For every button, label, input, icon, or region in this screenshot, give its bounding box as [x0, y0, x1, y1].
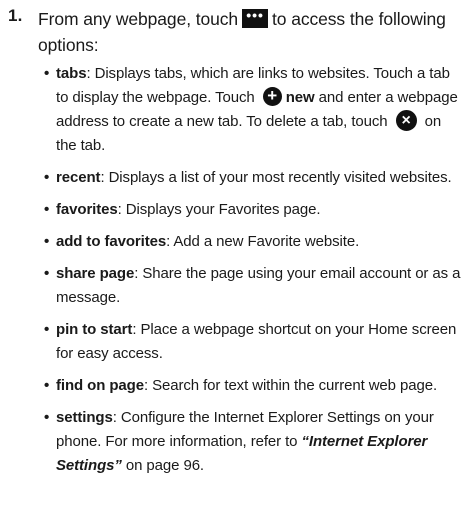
term-favorites: favorites: [56, 201, 118, 218]
desc-add-to-favorites: : Add a new Favorite website.: [166, 233, 360, 250]
list-item-recent: recent: Displays a list of your most rec…: [44, 166, 464, 190]
desc-find-on-page: : Search for text within the current web…: [143, 377, 438, 394]
term-tabs: tabs: [56, 65, 87, 82]
more-options-icon: •••: [242, 8, 269, 28]
desc-favorites: : Displays your Favorites page.: [117, 201, 321, 218]
close-circle-icon: ×: [395, 109, 417, 131]
desc-settings-2: on page 96.: [125, 457, 205, 474]
step-number: 1.: [8, 6, 23, 25]
step-text-before: From any webpage, touch: [38, 9, 239, 29]
list-item-pin-to-start: pin to start: Place a webpage shortcut o…: [44, 318, 464, 366]
list-item-share-page: share page: Share the page using your em…: [44, 262, 464, 310]
term-find-on-page: find on page: [56, 377, 144, 394]
list-item-add-to-favorites: add to favorites: Add a new Favorite web…: [44, 230, 464, 254]
add-circle-icon: +: [262, 86, 282, 106]
term-settings: settings: [56, 409, 113, 426]
term-recent: recent: [56, 169, 101, 186]
step-instruction: From any webpage, touch ••• to access the …: [38, 6, 458, 58]
list-item-tabs: tabs: Displays tabs, which are links to …: [44, 62, 464, 158]
list-item-favorites: favorites: Displays your Favorites page.: [44, 198, 464, 222]
options-list: tabs: Displays tabs, which are links to …: [44, 62, 464, 486]
desc-recent: : Displays a list of your most recently …: [100, 169, 452, 186]
term-pin-to-start: pin to start: [56, 321, 133, 338]
new-label: new: [285, 89, 315, 106]
term-add-to-favorites: add to favorites: [56, 233, 167, 250]
term-share-page: share page: [56, 265, 135, 282]
list-item-settings: settings: Configure the Internet Explore…: [44, 406, 464, 478]
list-item-find-on-page: find on page: Search for text within the…: [44, 374, 464, 398]
